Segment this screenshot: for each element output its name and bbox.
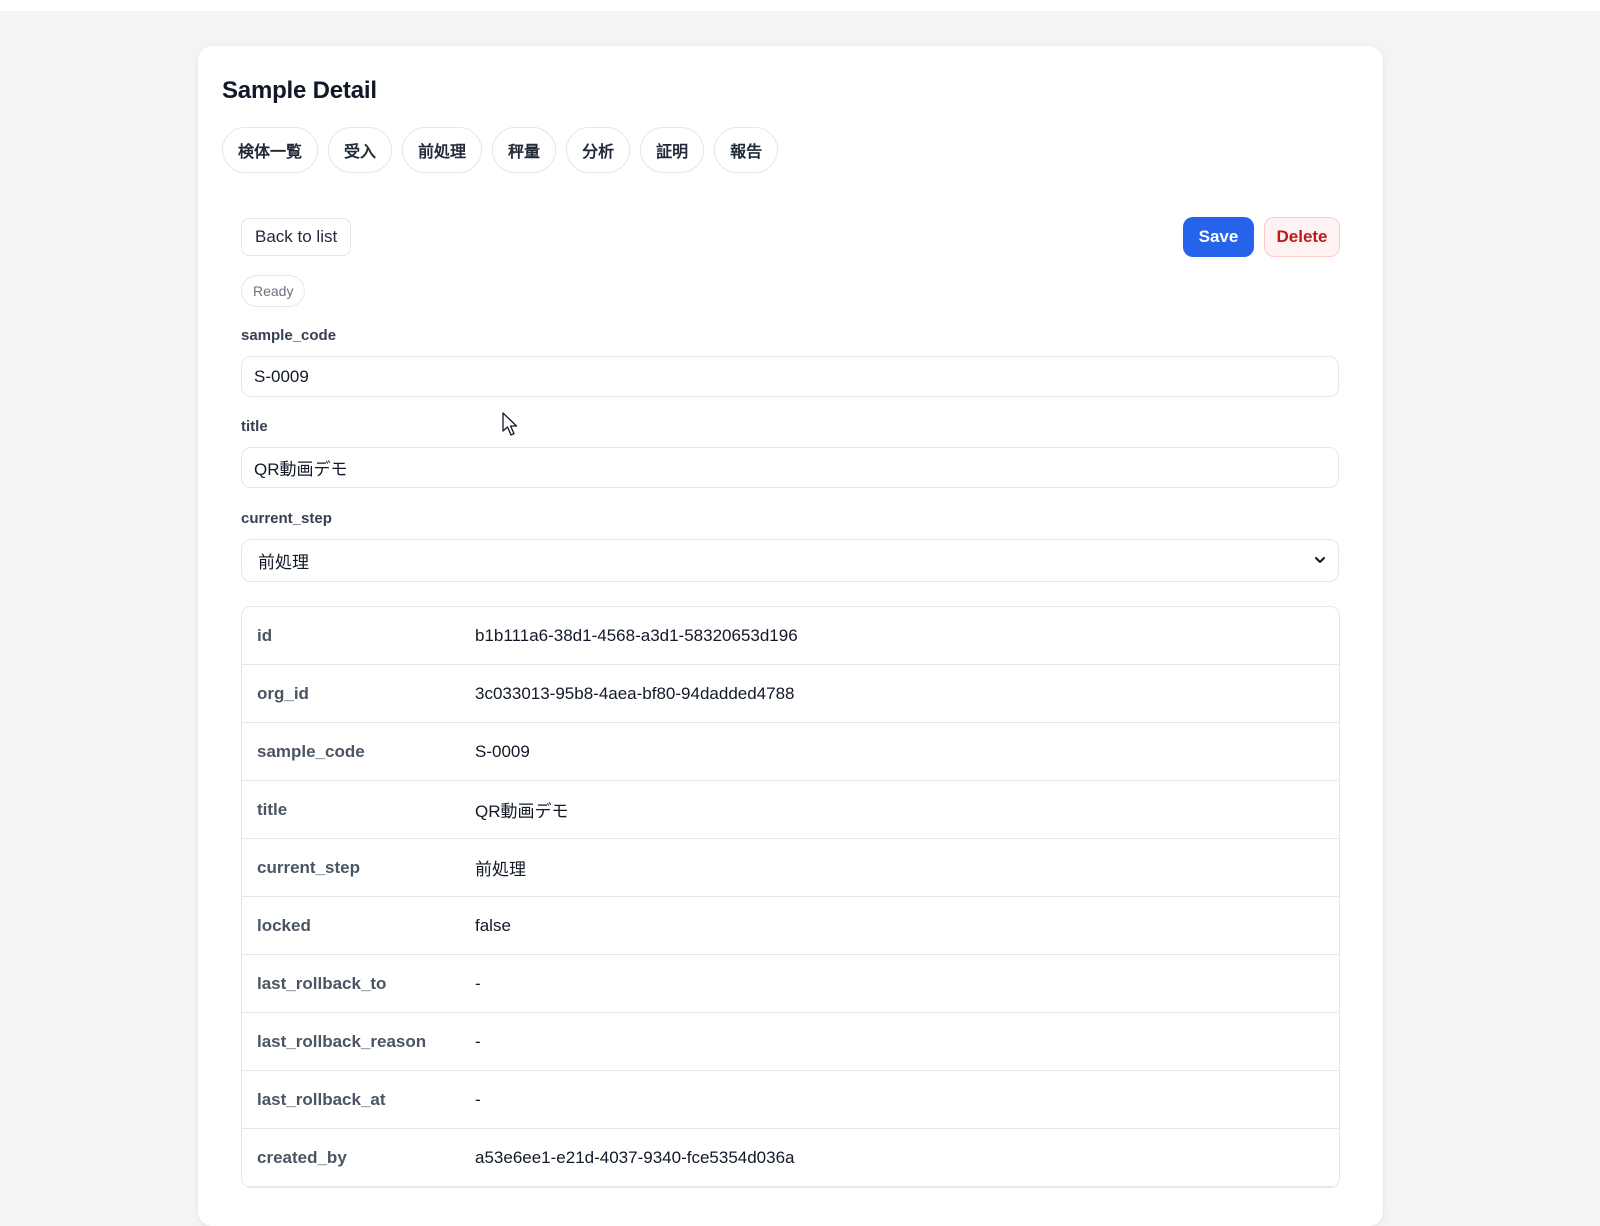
detail-key: title: [242, 781, 475, 839]
detail-key: last_rollback_at: [242, 1071, 475, 1129]
table-row: title QR動画デモ: [242, 781, 1339, 839]
tab-pretreatment[interactable]: 前処理: [402, 127, 483, 173]
detail-key: sample_code: [242, 723, 475, 781]
detail-value: 3c033013-95b8-4aea-bf80-94dadded4788: [475, 665, 1339, 723]
step-tabs: 検体一覧 受入 前処理 秤量 分析 証明 報告: [222, 127, 779, 173]
detail-value: b1b111a6-38d1-4568-a3d1-58320653d196: [475, 607, 1339, 665]
table-row: last_rollback_to -: [242, 955, 1339, 1013]
table-row: id b1b111a6-38d1-4568-a3d1-58320653d196: [242, 607, 1339, 665]
table-row: sample_code S-0009: [242, 723, 1339, 781]
status-badge: Ready: [241, 275, 306, 307]
sample-code-input[interactable]: S-0009: [241, 356, 1339, 397]
title-input[interactable]: QR動画デモ: [241, 447, 1339, 488]
detail-key: last_rollback_to: [242, 955, 475, 1013]
sample-detail-card: Sample Detail 検体一覧 受入 前処理 秤量 分析 証明 報告 Ba…: [198, 46, 1383, 1226]
table-row: last_rollback_at -: [242, 1071, 1339, 1129]
detail-value: -: [475, 1071, 1339, 1129]
save-button[interactable]: Save: [1183, 217, 1254, 257]
table-row: current_step 前処理: [242, 839, 1339, 897]
detail-value: 前処理: [475, 839, 1339, 897]
table-row: org_id 3c033013-95b8-4aea-bf80-94dadded4…: [242, 665, 1339, 723]
detail-key: created_by: [242, 1129, 475, 1187]
tab-weighing[interactable]: 秤量: [492, 127, 557, 173]
detail-key: locked: [242, 897, 475, 955]
top-bar: [0, 0, 1600, 11]
table-row: created_by a53e6ee1-e21d-4037-9340-fce53…: [242, 1129, 1339, 1187]
back-to-list-button[interactable]: Back to list: [241, 218, 352, 256]
detail-key: org_id: [242, 665, 475, 723]
table-row: last_rollback_reason -: [242, 1013, 1339, 1071]
mouse-cursor-icon: [502, 412, 518, 436]
page-title: Sample Detail: [222, 77, 377, 104]
detail-value: -: [475, 1013, 1339, 1071]
detail-value: -: [475, 955, 1339, 1013]
tab-certificate[interactable]: 証明: [640, 127, 705, 173]
detail-key: current_step: [242, 839, 475, 897]
chevron-down-icon: [1315, 557, 1325, 563]
detail-value: false: [475, 897, 1339, 955]
current-step-label: current_step: [241, 510, 332, 527]
tab-sample-list[interactable]: 検体一覧: [222, 127, 319, 173]
tab-receiving[interactable]: 受入: [328, 127, 393, 173]
detail-key: id: [242, 607, 475, 665]
current-step-select[interactable]: 前処理: [241, 539, 1339, 582]
sample-code-label: sample_code: [241, 327, 337, 344]
detail-value: a53e6ee1-e21d-4037-9340-fce5354d036a: [475, 1129, 1339, 1187]
table-row: locked false: [242, 897, 1339, 955]
tab-analysis[interactable]: 分析: [566, 127, 631, 173]
sample-details-table: id b1b111a6-38d1-4568-a3d1-58320653d196 …: [241, 606, 1340, 1188]
current-step-value: 前処理: [258, 553, 309, 572]
tab-report[interactable]: 報告: [714, 127, 779, 173]
delete-button[interactable]: Delete: [1264, 217, 1340, 257]
detail-value: QR動画デモ: [475, 781, 1339, 839]
title-label: title: [241, 418, 268, 435]
detail-key: last_rollback_reason: [242, 1013, 475, 1071]
detail-value: S-0009: [475, 723, 1339, 781]
